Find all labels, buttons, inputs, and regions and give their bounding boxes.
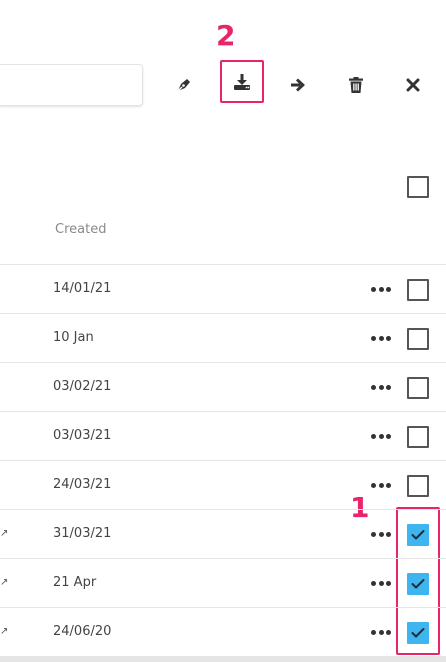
dot [386, 384, 391, 390]
dot [378, 580, 384, 586]
close-icon [406, 78, 420, 92]
shared-indicator-icon: ↗ [0, 577, 9, 588]
search-input[interactable] [0, 64, 143, 106]
column-header-created[interactable]: Created [55, 222, 106, 237]
dot [386, 482, 391, 488]
horizontal-scrollbar[interactable] [0, 656, 446, 662]
row-checkbox[interactable] [407, 328, 429, 350]
table-row[interactable]: ↗ 24/06/20 [0, 607, 446, 656]
more-options-icon[interactable] [371, 477, 391, 493]
dot [371, 482, 376, 488]
row-checkbox[interactable] [407, 475, 429, 497]
annotation-label-2: 2 [216, 19, 236, 52]
dot [378, 335, 384, 341]
dot [371, 335, 376, 341]
dot [378, 531, 384, 537]
dot [386, 629, 391, 635]
row-checkbox[interactable] [407, 622, 429, 644]
dot [386, 580, 391, 586]
file-table: 14/01/21 10 Jan 03/02/21 03/03/21 24/03/21 ↗ 3… [0, 264, 446, 656]
more-options-icon[interactable] [371, 624, 391, 640]
dot [386, 531, 391, 537]
checkmark-icon [411, 628, 425, 638]
row-checkbox[interactable] [407, 426, 429, 448]
row-checkbox[interactable] [407, 524, 429, 546]
dot [371, 580, 376, 586]
table-row[interactable]: ↗ 31/03/21 [0, 509, 446, 558]
row-checkbox[interactable] [407, 377, 429, 399]
arrow-right-icon [291, 78, 305, 92]
shared-indicator-icon: ↗ [0, 626, 9, 637]
dot [386, 433, 391, 439]
dot [378, 286, 384, 292]
more-options-icon[interactable] [371, 526, 391, 542]
created-date: 03/03/21 [53, 428, 112, 443]
table-row[interactable]: 24/03/21 [0, 460, 446, 509]
annotation-box-2 [220, 60, 264, 103]
dot [371, 629, 376, 635]
row-checkbox[interactable] [407, 573, 429, 595]
select-all-checkbox[interactable] [407, 176, 429, 198]
table-row[interactable]: 03/03/21 [0, 411, 446, 460]
dot [378, 433, 384, 439]
table-row[interactable]: 10 Jan [0, 313, 446, 362]
edit-button[interactable] [170, 72, 198, 98]
pen-icon [176, 79, 190, 93]
created-date: 24/06/20 [53, 624, 112, 639]
created-date: 03/02/21 [53, 379, 112, 394]
more-options-icon[interactable] [371, 281, 391, 297]
dot [371, 433, 376, 439]
dot [386, 286, 391, 292]
delete-button[interactable] [342, 72, 370, 98]
dot [371, 286, 376, 292]
shared-indicator-icon: ↗ [0, 528, 9, 539]
dot [371, 384, 376, 390]
checkmark-icon [411, 579, 425, 589]
move-button[interactable] [284, 72, 312, 98]
more-options-icon[interactable] [371, 379, 391, 395]
created-date: 31/03/21 [53, 526, 112, 541]
table-row[interactable]: 14/01/21 [0, 264, 446, 313]
more-options-icon[interactable] [371, 575, 391, 591]
created-date: 10 Jan [53, 330, 94, 345]
dot [386, 335, 391, 341]
more-options-icon[interactable] [371, 330, 391, 346]
dot [378, 384, 384, 390]
dot [378, 629, 384, 635]
table-row[interactable]: 03/02/21 [0, 362, 446, 411]
more-options-icon[interactable] [371, 428, 391, 444]
dot [378, 482, 384, 488]
dot [371, 531, 376, 537]
checkmark-icon [411, 530, 425, 540]
close-button[interactable] [399, 72, 427, 98]
created-date: 14/01/21 [53, 281, 112, 296]
trash-icon [349, 77, 363, 93]
created-date: 24/03/21 [53, 477, 112, 492]
row-checkbox[interactable] [407, 279, 429, 301]
created-date: 21 Apr [53, 575, 97, 590]
table-row[interactable]: ↗ 21 Apr [0, 558, 446, 607]
